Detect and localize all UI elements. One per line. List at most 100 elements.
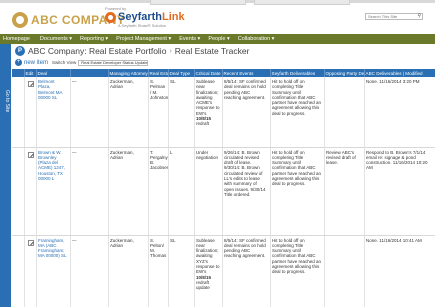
top-tab[interactable] xyxy=(254,0,350,5)
abc-modified-cell: None. 11/16/2014 10:41 AM xyxy=(364,235,435,307)
deal-type-cell: L xyxy=(168,147,195,236)
attorney-cell: Zuckerman, Adrian xyxy=(108,235,149,307)
critical-date-tail: redraft update xyxy=(196,279,210,291)
deal-type-cell: SL xyxy=(168,235,195,307)
critical-date-cell: Sublease near finalization; awaiting ACM… xyxy=(194,77,223,148)
critical-date-cell: Under negotiation xyxy=(194,147,223,236)
search-placeholder: Search This Site xyxy=(368,14,398,19)
nav-homepage[interactable]: Homepage xyxy=(3,36,30,42)
critical-date-text: Sublease near finalization; awaiting XYZ… xyxy=(196,237,220,275)
dash-cell: — xyxy=(70,77,109,148)
column-header-edit[interactable]: Edit xyxy=(24,69,37,77)
deal-cell[interactable]: Belmont Plaza, Belmont MA 00000 SL xyxy=(36,77,71,148)
table-row[interactable]: Belmont Plaza, Belmont MA 00000 SL — Zuc… xyxy=(12,77,435,148)
seyfarth-deliverables-cell: Hit to hold off on completing Title Summ… xyxy=(270,147,325,236)
table-row[interactable]: Framingham, MA (ABC Framingham; MA 00000… xyxy=(12,235,435,307)
seyfarth-deliverables-cell: Hit to hold off on completing Title Summ… xyxy=(270,77,325,148)
row-select-cell[interactable] xyxy=(12,147,25,236)
recent-events-cell: 9/26/14: B. Brown circulated revised dra… xyxy=(222,147,271,236)
critical-date-bold: 10/8/15 xyxy=(196,116,212,122)
edit-icon[interactable] xyxy=(28,239,34,246)
attorney-cell: Zuckerman, Adrian xyxy=(108,147,149,236)
opposing-deliverables-cell: Review ABC's revised draft of lease. xyxy=(324,147,365,236)
opposing-deliverables-cell xyxy=(324,77,365,148)
abc-deliverables-text: None. xyxy=(366,237,379,243)
abc-modified-cell: Respond to B. Brown's 7/1/14 email re: s… xyxy=(364,147,435,236)
modified-text: 11/16/2014 10:41 AM xyxy=(379,237,422,243)
tracker-table: Edit Deal Managing Attorney Real Estate … xyxy=(12,69,435,307)
page-title: Real Estate Tracker xyxy=(174,46,250,56)
brand-seyfarth: Seyfarth xyxy=(118,11,163,23)
abc-deliverables-text: None. xyxy=(366,79,379,84)
modified-text: 11/16/2014 3:20 PM xyxy=(379,79,420,84)
top-nav: Homepage Documents ▾ Reporting ▾ Project… xyxy=(0,34,435,44)
nav-collaboration[interactable]: Collaboration ▾ xyxy=(238,36,275,42)
nav-documents[interactable]: Documents ▾ xyxy=(40,36,72,42)
edit-cell[interactable] xyxy=(24,77,37,148)
breadcrumb-separator: › xyxy=(169,47,172,55)
brand-tagline: A Seyfarth Shaw® Solution xyxy=(118,23,167,28)
column-header-critical-date[interactable]: Critical Date xyxy=(194,69,223,77)
critical-date-bold: 10/8/15 xyxy=(196,274,212,280)
edit-icon[interactable] xyxy=(28,151,34,158)
dash-cell: — xyxy=(70,235,109,307)
new-item-link[interactable]: new item xyxy=(24,60,48,66)
column-header-deal-type[interactable]: Deal Type xyxy=(168,69,195,77)
list-toolbar: + new item Switch View Real Estate Devel… xyxy=(15,58,149,67)
plus-icon[interactable]: + xyxy=(15,59,22,66)
column-header-recent-events[interactable]: Recent Events xyxy=(222,69,271,77)
deal-type-cell: SL xyxy=(168,77,195,148)
opposing-deliverables-cell xyxy=(324,235,365,307)
search-input[interactable]: Search This Site ⚲ xyxy=(365,13,423,20)
column-header-developer[interactable]: Real Estate Developer xyxy=(148,69,169,77)
critical-date-text: Under negotiation xyxy=(196,149,219,160)
table-header-row: Edit Deal Managing Attorney Real Estate … xyxy=(12,69,435,77)
column-header-modified[interactable]: Modified xyxy=(405,71,422,76)
go-to-site-link[interactable]: Go to Site xyxy=(1,90,10,130)
recent-events-cell: 8/5/14: SF confirmed deal remains on hol… xyxy=(222,77,271,148)
critical-date-cell: Sublease near finalization; awaiting XYZ… xyxy=(194,235,223,307)
column-header-blank xyxy=(70,69,109,77)
brand-link: Link xyxy=(162,11,185,23)
critical-date-text: Sublease near finalization; awaiting ACM… xyxy=(196,79,220,116)
edit-cell[interactable] xyxy=(24,147,37,236)
seyfarthlink-logo: Powered by Seyfarth Link A Seyfarth Shaw®… xyxy=(105,6,185,28)
site-title-link[interactable]: ABC Company: Real Estate Portfolio xyxy=(28,46,166,56)
search-icon[interactable]: ⚲ xyxy=(417,14,421,19)
site-logo-icon: P xyxy=(15,46,25,56)
nav-project-management[interactable]: Project Management ▾ xyxy=(116,36,171,42)
edit-icon[interactable] xyxy=(28,81,34,87)
nav-people[interactable]: People ▾ xyxy=(208,36,229,42)
column-header-abc-deliverables-modified[interactable]: ABC Deliverables | Modified xyxy=(364,69,435,77)
side-rail[interactable]: Go to Site xyxy=(0,44,11,307)
top-tab[interactable] xyxy=(150,0,246,5)
column-header-seyfarth-deliverables[interactable]: Seyfarth Deliverables xyxy=(270,69,325,77)
critical-date-tail: redraft xyxy=(196,121,210,127)
column-header-abc-deliverables[interactable]: ABC Deliverables xyxy=(366,71,402,76)
page-title-row: P ABC Company: Real Estate Portfolio › R… xyxy=(15,44,249,58)
deal-cell[interactable]: Brown & W. Brownley (Plaza del ACME) 124… xyxy=(36,147,71,236)
row-select-cell[interactable] xyxy=(12,235,25,307)
seyfarth-logo-icon xyxy=(105,11,116,23)
nav-events[interactable]: Events ▾ xyxy=(179,36,200,42)
deal-cell[interactable]: Framingham, MA (ABC Framingham; MA 00000… xyxy=(36,235,71,307)
row-select-cell[interactable] xyxy=(12,77,25,148)
switch-view-label: Switch View xyxy=(52,60,77,65)
table-row[interactable]: Brown & W. Brownley (Plaza del ACME) 124… xyxy=(12,147,435,236)
attorney-cell: Zuckerman, Adrian xyxy=(108,77,149,148)
developer-cell: T. Pergalny; B. Jacobsen xyxy=(148,147,169,236)
developer-cell: S. Pelman / M. Johnston xyxy=(148,77,169,148)
view-select[interactable]: Real Estate Developer Status Updates ▾ xyxy=(78,59,149,66)
seyfarth-deliverables-cell: Hit to hold off on completing Title Summ… xyxy=(270,235,325,307)
dash-cell: — xyxy=(70,147,109,236)
top-header: ABC COMPANY Powered by Seyfarth Link A Se… xyxy=(0,0,435,34)
company-logo-mark xyxy=(12,12,28,28)
column-header-attorney[interactable]: Managing Attorney xyxy=(108,69,149,77)
recent-events-cell: 8/5/14: SF confirmed deal remains on hol… xyxy=(222,235,271,307)
column-header-select xyxy=(12,69,25,77)
nav-reporting[interactable]: Reporting ▾ xyxy=(80,36,108,42)
abc-modified-cell: None. 11/16/2014 3:20 PM xyxy=(364,77,435,148)
column-header-opposing-deliverables[interactable]: Opposing Party Deliverables xyxy=(324,69,365,77)
column-header-deal[interactable]: Deal xyxy=(36,69,71,77)
edit-cell[interactable] xyxy=(24,235,37,307)
